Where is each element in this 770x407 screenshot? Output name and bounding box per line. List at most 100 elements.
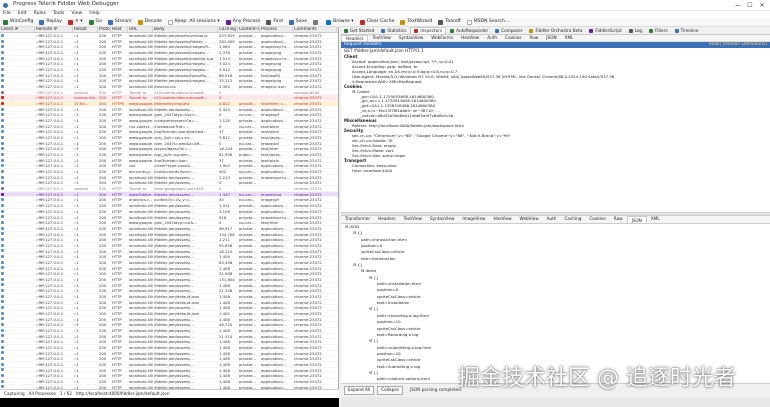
tab-fiddler-orchestra-beta[interactable]: Fiddler Orchestra Beta <box>526 28 585 34</box>
response-tab-hexview[interactable]: HexView <box>489 217 515 221</box>
column-header[interactable]: Client IP <box>0 27 35 32</box>
session-cell: localhost:4000 <box>129 248 153 254</box>
tab-composer[interactable]: Composer <box>492 28 525 34</box>
json-tree[interactable]: ⊟ JSON ⊟ {} path=introduction.html position… <box>341 224 770 383</box>
response-tab-raw[interactable]: Raw <box>610 217 627 221</box>
toolbar-button-5[interactable]: Decode <box>137 19 162 25</box>
toolbar-button-7[interactable]: Any Process <box>225 19 260 25</box>
response-tab-imageview[interactable]: ImageView <box>458 217 489 221</box>
headers-tree[interactable]: Client Accept: application/json, text/jav… <box>341 54 770 212</box>
session-cell: ::1 <box>74 106 79 112</box>
session-cell: private... <box>239 101 257 106</box>
request-tab-headers[interactable]: Headers <box>341 34 369 42</box>
close-button[interactable]: ✕ <box>756 0 768 11</box>
response-tab-caching[interactable]: Caching <box>560 217 585 221</box>
toolbar-button-0[interactable]: WinConfig <box>3 19 33 25</box>
menu-item-rules[interactable]: Rules <box>34 12 46 17</box>
request-tab-json[interactable]: JSON <box>542 35 560 40</box>
session-cell: HTTP <box>112 276 122 282</box>
menu-item-help[interactable]: Help <box>89 12 99 17</box>
column-header[interactable]: Process <box>260 27 293 32</box>
column-header[interactable]: Protocol <box>98 27 111 32</box>
response-tab-headers[interactable]: Headers <box>374 217 399 221</box>
menu-item-view[interactable]: View <box>71 12 82 17</box>
toolbar-button-15[interactable]: MSDN Search... <box>466 19 509 25</box>
column-header[interactable]: Host <box>111 27 128 32</box>
toolbar-button-12[interactable]: Clear Cache <box>359 19 394 25</box>
session-status-icon <box>1 272 4 276</box>
tab-get-started[interactable]: Get Started <box>341 28 377 34</box>
session-cell: /fiddler-jam/assets/fonts/Ro... <box>154 72 210 78</box>
menu-item-file[interactable]: File <box>3 12 11 17</box>
toolbar-button-3[interactable]: Go <box>88 19 102 25</box>
tab-autoresponder[interactable]: AutoResponder <box>447 28 491 34</box>
column-header[interactable]: URL <box>128 27 153 32</box>
request-tab-textview[interactable]: TextView <box>368 35 394 40</box>
toolbar-button-9[interactable]: Save <box>288 19 307 25</box>
toolbar-button-11[interactable]: Browse ▾ <box>326 19 354 25</box>
header-links[interactable]: [Raw] [Header Definitions] <box>709 42 767 47</box>
request-tab-hexview[interactable]: HexView <box>457 35 483 40</box>
tab-inspectors[interactable]: Inspectors <box>410 26 447 34</box>
response-tab-transformer[interactable]: Transformer <box>341 217 374 221</box>
session-cell: localhost:4000 <box>129 327 153 333</box>
header-item: Host: localhost:4000 <box>352 167 393 173</box>
column-header[interactable]: Caching <box>218 27 238 32</box>
tab-fiddlerscript[interactable]: FiddlerScript <box>586 28 624 34</box>
toolbar-button-1[interactable]: Replay <box>39 19 62 25</box>
column-header[interactable]: Content-Type <box>238 27 260 32</box>
response-tab-cookies[interactable]: Cookies <box>585 217 609 221</box>
request-tab-xml[interactable]: XML <box>561 35 578 40</box>
response-tab-json[interactable]: JSON <box>626 215 647 224</box>
session-cell: localhost:4000 <box>129 305 153 310</box>
tab-icon <box>344 28 348 33</box>
toolbar-button-2[interactable]: ✕ ▾ <box>67 19 83 25</box>
menu-item-edit[interactable]: Edit <box>18 12 27 17</box>
tab-filters[interactable]: Filters <box>646 28 671 34</box>
expand-all-button[interactable]: Expand All <box>344 386 375 395</box>
session-cell: ::ffff:127.0.0.1 <box>36 288 64 293</box>
sessions-body[interactable]: ::ffff:127.0.0.1::1200HTTPlocalhost:4000… <box>0 33 338 389</box>
column-header[interactable]: Result <box>73 27 98 32</box>
toolbar-button-14[interactable]: Tearoff <box>438 19 461 25</box>
session-cell: ::1 <box>74 55 79 61</box>
session-cell: ::ffff:127.0.0.1 <box>36 67 64 72</box>
collapse-button[interactable]: Collapse <box>377 386 403 395</box>
sessions-list[interactable]: Client IPRemote IPResultProtocolHostURLB… <box>0 27 339 389</box>
session-cell: ::ffff:127.0.0.1 <box>36 106 64 112</box>
response-tab-textview[interactable]: TextView <box>400 217 426 221</box>
request-tab-syntaxview[interactable]: SyntaxView <box>395 35 427 40</box>
session-cell: ::ffff:127.0.0.1 <box>36 169 64 174</box>
toolbar-button-13[interactable]: TextWizard <box>400 19 432 25</box>
response-tab-xml[interactable]: XML <box>647 217 664 221</box>
column-header[interactable]: Remote IP <box>35 27 73 32</box>
toolbar-button-8[interactable]: Find <box>266 19 283 25</box>
session-cell: 16,204 <box>219 146 233 152</box>
tab-timeline[interactable]: Timeline <box>672 28 702 34</box>
request-tab-webforms[interactable]: WebForms <box>427 35 457 40</box>
minimize-button[interactable]: — <box>732 0 744 11</box>
column-header[interactable]: Body <box>153 27 218 32</box>
request-tab-raw[interactable]: Raw <box>525 35 542 40</box>
session-cell: ::ffff:127.0.0.1 <box>36 271 64 276</box>
request-tab-cookies[interactable]: Cookies <box>501 35 525 40</box>
toolbar-button-6[interactable]: Keep: All sessions ▾ <box>168 19 220 25</box>
session-cell: HTTP <box>112 237 122 242</box>
capturing-indicator[interactable]: Capturing <box>4 391 25 396</box>
process-filter[interactable]: All Processes <box>29 391 56 396</box>
tab-log[interactable]: Log <box>626 28 645 34</box>
response-tab-syntaxview[interactable]: SyntaxView <box>426 217 458 221</box>
toolbar-button-4[interactable]: Stream <box>107 19 132 25</box>
response-tab-auth[interactable]: Auth <box>543 217 561 221</box>
response-tab-webview[interactable]: WebView <box>516 217 543 221</box>
session-cell: image/png <box>261 61 282 67</box>
quickexec-box[interactable] <box>0 398 339 407</box>
toolbar-button-10[interactable] <box>313 19 320 25</box>
session-cell: application/... <box>261 293 287 299</box>
menu-item-tools[interactable]: Tools <box>53 12 64 17</box>
maximize-button[interactable]: ☐ <box>744 0 756 11</box>
tab-statistics[interactable]: Statistics <box>378 28 409 34</box>
request-tab-auth[interactable]: Auth <box>483 35 501 40</box>
session-status-icon <box>1 232 4 236</box>
column-header[interactable]: Comments <box>293 27 337 32</box>
